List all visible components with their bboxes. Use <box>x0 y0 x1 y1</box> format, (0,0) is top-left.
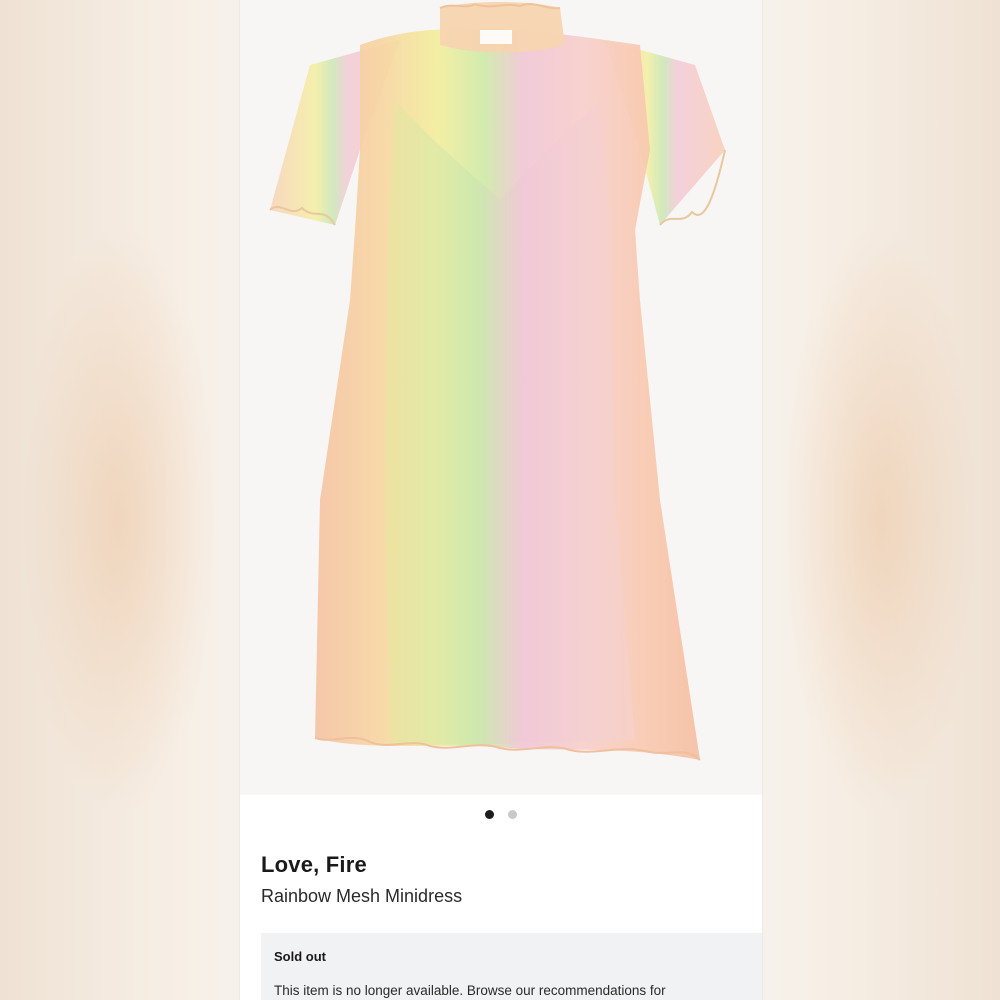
product-image[interactable] <box>240 0 762 795</box>
sold-out-label: Sold out <box>274 949 326 964</box>
carousel-dot-1[interactable] <box>485 809 494 819</box>
product-title: Rainbow Mesh Minidress <box>261 886 463 906</box>
carousel-dot-2[interactable] <box>508 809 517 819</box>
sold-out-notice: Sold out This item is no longer availabl… <box>261 933 762 1000</box>
carousel-indicator <box>240 806 762 822</box>
dress-illustration <box>269 2 726 761</box>
sold-out-message: This item is no longer available. Browse… <box>274 983 666 998</box>
product-page: Love, Fire Rainbow Mesh Minidress Sold o… <box>240 0 762 1000</box>
product-brand[interactable]: Love, Fire <box>261 852 367 878</box>
